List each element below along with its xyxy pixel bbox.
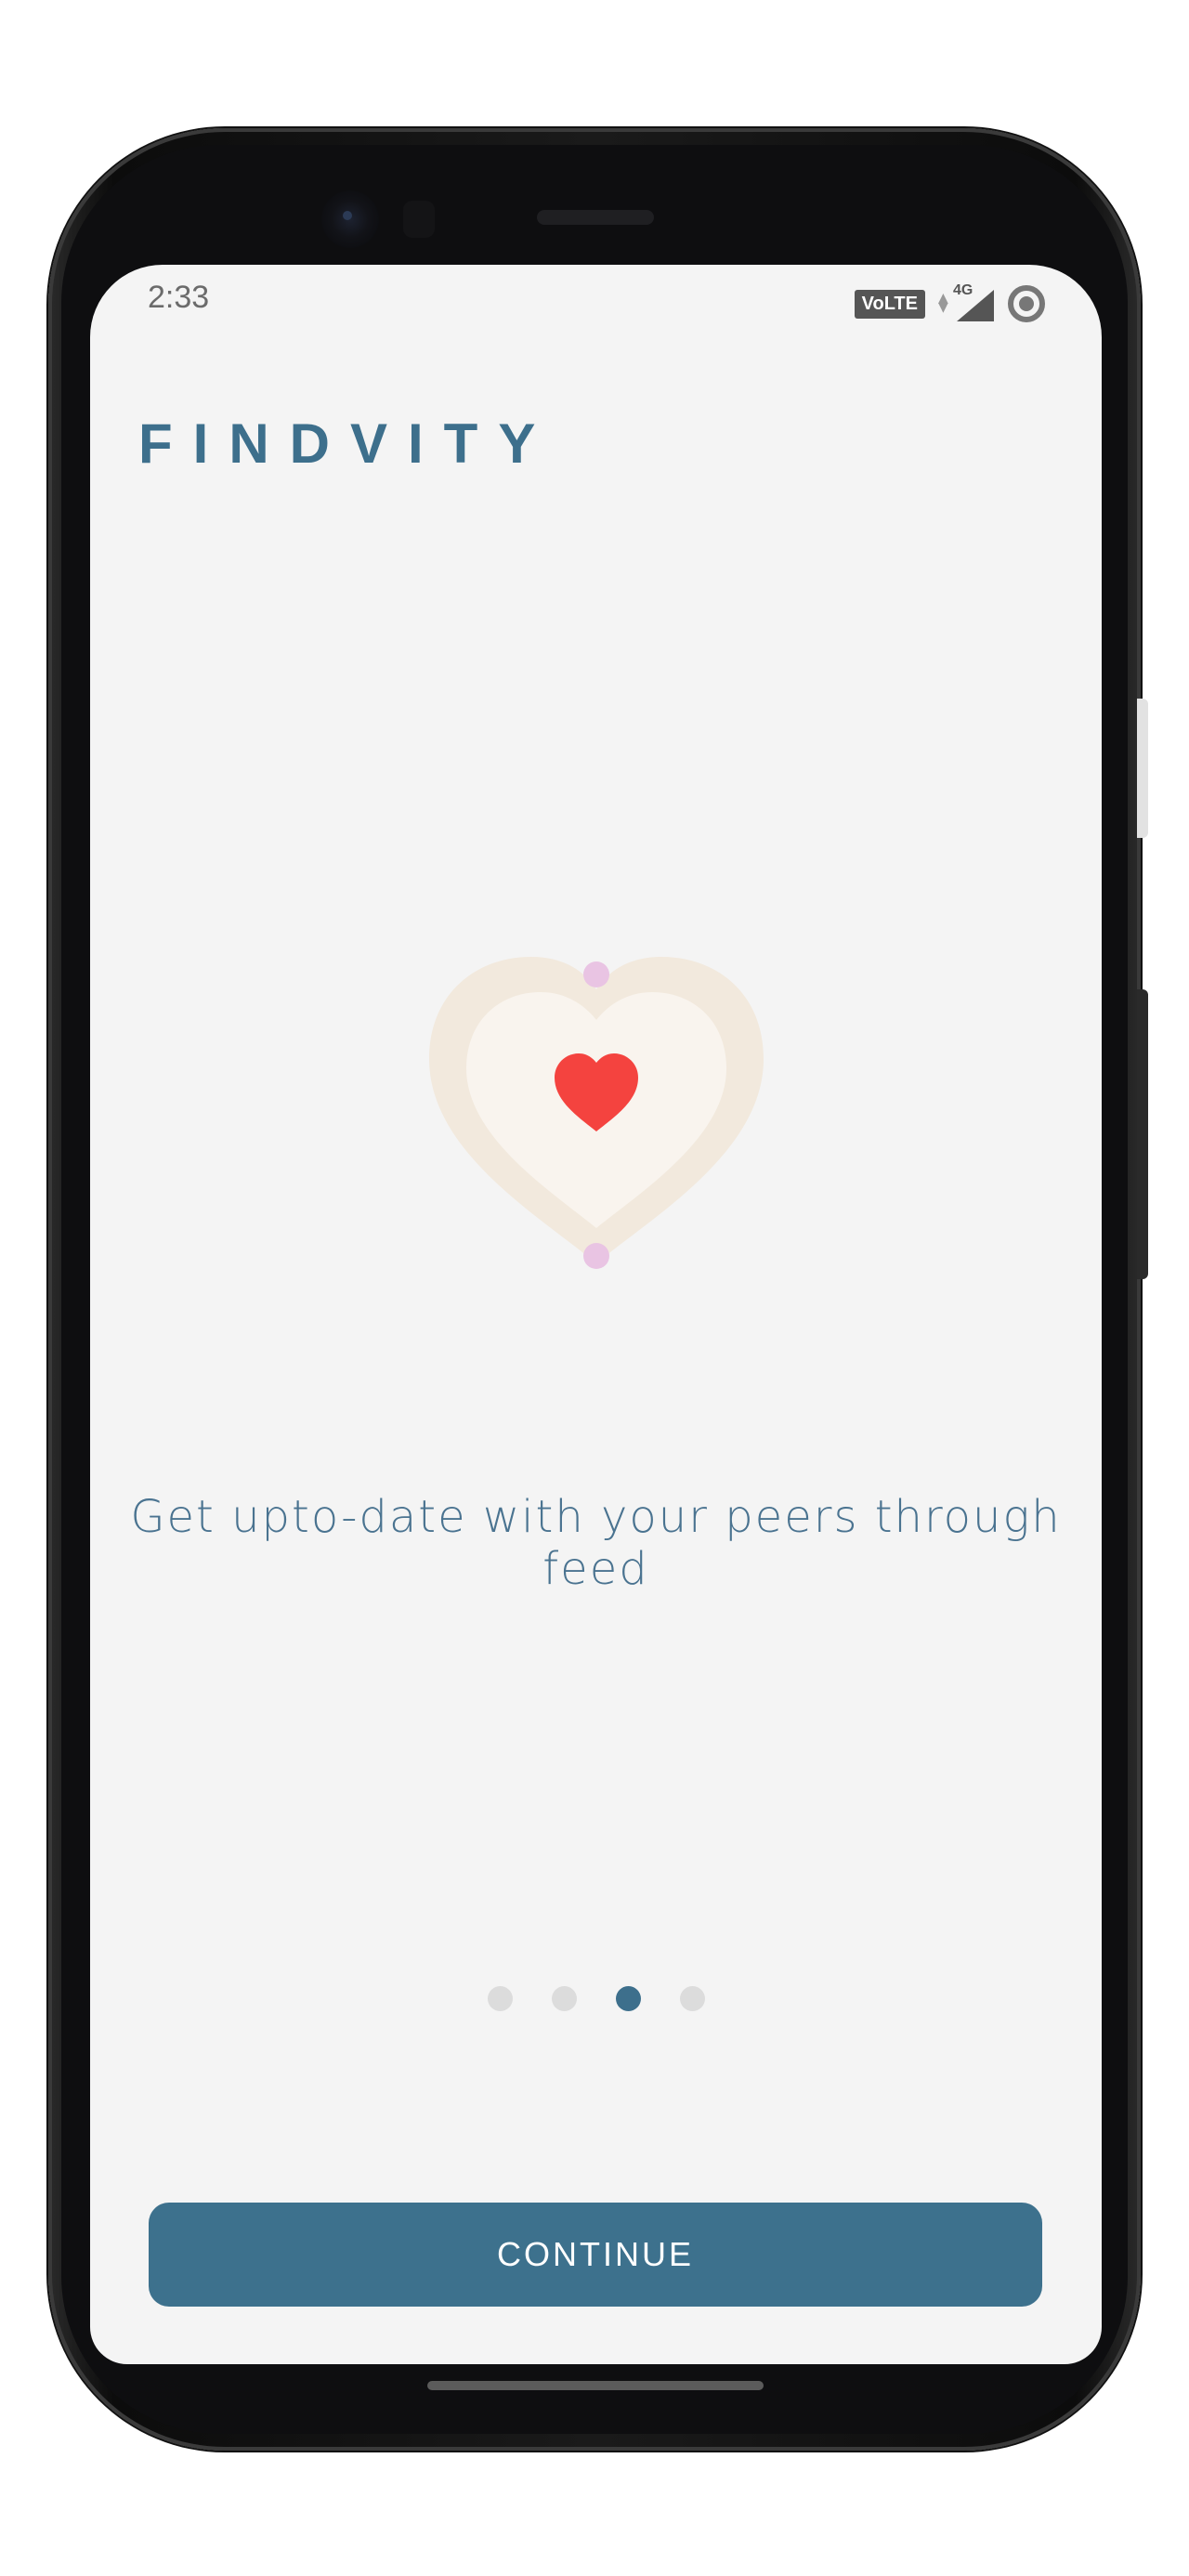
home-indicator[interactable]: [427, 2381, 764, 2390]
front-camera: [321, 190, 379, 248]
app-screen: 2:33 VoLTE ▲ ▼ 4G FINDVITY Get upto-date …: [90, 265, 1102, 2364]
proximity-sensor: [403, 201, 435, 238]
onboarding-tagline: Get upto-date with your peers through fe…: [130, 1491, 1062, 1595]
continue-button[interactable]: CONTINUE: [149, 2203, 1042, 2307]
volume-button: [1137, 699, 1148, 838]
page-dot[interactable]: [487, 1986, 513, 2011]
page-dot[interactable]: [551, 1986, 577, 2011]
volte-badge: VoLTE: [854, 289, 925, 319]
orbit-dot-top: [583, 961, 609, 987]
earpiece-speaker: [537, 210, 654, 225]
ring-icon: [1007, 284, 1046, 323]
network-indicator: ▲ ▼ 4G: [938, 282, 994, 321]
page-dot-active[interactable]: [615, 1986, 641, 2011]
signal-icon: [957, 290, 994, 321]
onboarding-illustration: [420, 957, 773, 1273]
status-icons: VoLTE ▲ ▼ 4G: [854, 282, 1046, 323]
orbit-dot-bottom: [583, 1243, 609, 1269]
data-arrows-icon: ▲ ▼: [938, 291, 948, 315]
page-dot[interactable]: [679, 1986, 705, 2011]
app-logo: FINDVITY: [138, 412, 556, 475]
power-button: [1137, 989, 1148, 1279]
status-time: 2:33: [148, 280, 210, 315]
page-indicator: [90, 1986, 1102, 2011]
